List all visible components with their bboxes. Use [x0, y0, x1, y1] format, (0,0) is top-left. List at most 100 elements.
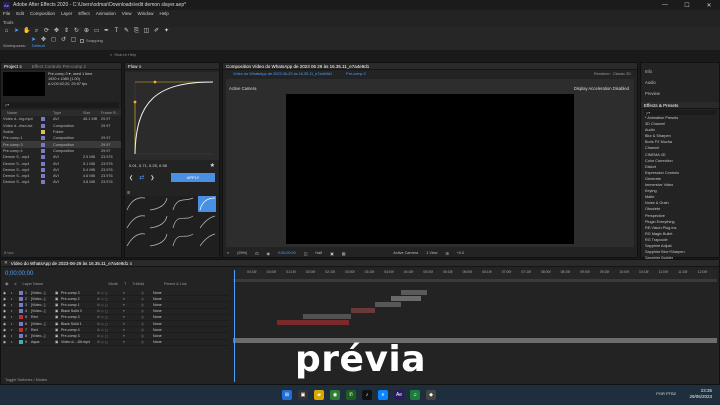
layer-parent-select[interactable]: None — [153, 340, 162, 344]
label-color-swatch[interactable] — [41, 130, 45, 135]
layer-switches[interactable]: ⊘ ◇ ◻ — [97, 315, 123, 319]
view-layout-select[interactable]: 1 View — [426, 251, 437, 255]
layer-mode-select[interactable]: ▾ — [123, 297, 141, 301]
camera-view-select[interactable]: Active Camera — [393, 251, 418, 255]
layer-trkmat[interactable]: ◎ — [141, 303, 153, 307]
chrome-icon[interactable]: ◉ — [330, 390, 340, 400]
menu-file[interactable]: File — [3, 11, 10, 16]
flow-tab[interactable]: Flow ≡ — [128, 64, 141, 69]
label-color-swatch[interactable] — [41, 180, 45, 185]
layer-bar[interactable] — [391, 296, 421, 301]
layer-color-swatch[interactable] — [19, 309, 23, 314]
audio-panel-tab[interactable]: Audio — [645, 77, 715, 88]
bezier-curve-editor[interactable] — [125, 72, 219, 160]
layer-source-name[interactable]: Pre-comp 1 — [61, 303, 97, 307]
roto-brush-icon[interactable]: ✐ — [153, 28, 160, 35]
layer-parent-select[interactable]: None — [153, 291, 162, 295]
close-button[interactable]: ✕ — [698, 0, 720, 10]
mask-icon[interactable]: ▢ — [70, 37, 77, 44]
spotify-icon[interactable]: ♫ — [410, 390, 420, 400]
layer-switches[interactable]: ⊘ ◇ ◻ — [97, 291, 123, 295]
language-indicator[interactable]: POR PTB2 — [656, 391, 676, 396]
layer-trkmat[interactable]: ◎ — [141, 315, 153, 319]
maximize-button[interactable]: ☐ — [676, 0, 698, 10]
rotation-tool-icon[interactable]: ↻ — [73, 28, 80, 35]
layer-color-swatch[interactable] — [19, 302, 23, 307]
label-color-swatch[interactable] — [41, 161, 45, 166]
rectangle-tool-icon[interactable]: ▭ — [93, 28, 100, 35]
zoom-select[interactable]: (25%) — [237, 251, 247, 255]
label-color-swatch[interactable] — [41, 174, 45, 179]
apply-button[interactable]: APPLY — [171, 173, 215, 182]
brush-tool-icon[interactable]: ✎ — [123, 28, 130, 35]
snapshot-icon[interactable]: ◫ — [304, 251, 308, 256]
composition-canvas[interactable] — [286, 94, 574, 244]
fit-icon[interactable]: ⊡ — [255, 251, 258, 256]
layer-color-swatch[interactable] — [19, 296, 23, 301]
after-effects-taskbar-icon[interactable]: Ae — [394, 390, 404, 400]
puppet-pin-icon[interactable]: ✦ — [163, 28, 170, 35]
tools-label[interactable]: Tools — [3, 20, 14, 25]
layer-color-swatch[interactable] — [19, 327, 23, 332]
edge-icon[interactable]: e — [378, 390, 388, 400]
layer-bar[interactable] — [375, 302, 401, 307]
menu-composition[interactable]: Composition — [30, 11, 55, 16]
work-area-bar[interactable] — [233, 279, 717, 282]
project-tab[interactable]: Project ≡ — [4, 64, 22, 69]
audio-icon[interactable]: • — [11, 340, 17, 344]
col-frame-rate[interactable]: Frame R... — [101, 111, 119, 115]
audio-icon[interactable]: • — [11, 297, 17, 301]
layer-parent-select[interactable]: None — [153, 297, 162, 301]
windows-start-icon[interactable]: ⊞ — [282, 390, 292, 400]
effects-presets-title[interactable]: Effects & Presets — [644, 103, 678, 108]
type-tool-icon[interactable]: T — [113, 28, 120, 35]
menu-edit[interactable]: Edit — [16, 11, 24, 16]
timeline-timecode[interactable]: 0;00;00;00 — [5, 271, 33, 277]
timeline-tab[interactable]: Vídeo do WhatsApp de 2023-06-29 às 16.35… — [11, 261, 132, 266]
layer-color-swatch[interactable] — [19, 321, 23, 326]
whatsapp-icon[interactable]: ✆ — [346, 390, 356, 400]
next-preset-button[interactable]: ❯ — [150, 175, 154, 181]
audio-icon[interactable]: • — [11, 334, 17, 338]
layer-color-swatch[interactable] — [19, 315, 23, 320]
renderer-value[interactable]: Classic 3D — [613, 72, 631, 76]
eye-icon[interactable]: ◉ — [3, 322, 11, 326]
menu-animation[interactable]: Animation — [96, 11, 116, 16]
label-color-swatch[interactable] — [41, 155, 45, 160]
link-icon[interactable]: ⇄ — [139, 174, 144, 181]
layer-bar[interactable] — [303, 314, 351, 319]
layer-color-swatch[interactable] — [19, 340, 23, 345]
layer-source-name[interactable]: Pre-comp 3 — [61, 291, 97, 295]
layer-parent-select[interactable]: None — [153, 328, 162, 332]
effect-controls-tab[interactable]: Effect Controls Pre-comp 2 — [32, 64, 86, 69]
composition-tab[interactable]: Composition Vídeo do WhatsApp de 2023 06… — [226, 64, 369, 69]
col-size[interactable]: Size — [83, 111, 101, 115]
search-help-input[interactable]: ⌕ Search Help — [108, 51, 164, 57]
grid-icon[interactable]: ⊞ — [446, 251, 449, 256]
layer-switches[interactable]: ⊘ ◇ ◻ — [97, 340, 123, 344]
layer-color-swatch[interactable] — [19, 290, 23, 295]
label-color-swatch[interactable] — [41, 136, 45, 141]
square-select-icon[interactable]: ◻ — [50, 37, 57, 44]
magnifier-icon[interactable]: ⌕ — [227, 251, 229, 255]
layer-source-name[interactable]: Vídeo d...-Dlt.mp4 — [61, 340, 97, 344]
layer-trkmat[interactable]: ◎ — [141, 322, 153, 326]
tiktok-icon[interactable]: ♪ — [362, 390, 372, 400]
orbit-camera-icon[interactable]: ⟳ — [43, 28, 50, 35]
layer-bar[interactable] — [401, 290, 427, 295]
eye-icon[interactable]: ◉ — [3, 334, 11, 338]
effects-search-input[interactable]: ρ▾ — [644, 110, 716, 115]
system-clock[interactable]: 23:35 29/06/2023 — [689, 388, 712, 400]
label-color-swatch[interactable] — [41, 148, 45, 153]
layer-source-name[interactable]: Pre-comp 2 — [61, 297, 97, 301]
eye-icon[interactable]: ◉ — [3, 340, 11, 344]
layer-mode-select[interactable]: ▾ — [123, 315, 141, 319]
info-panel-tab[interactable]: Info — [645, 66, 715, 77]
composition-subtab-precomp[interactable]: Pre-comp 2 — [346, 72, 366, 76]
region-icon[interactable]: ▣ — [330, 251, 334, 256]
playhead[interactable] — [234, 270, 235, 382]
col-layer-name[interactable]: Layer Name — [22, 282, 72, 286]
col-type[interactable]: Type — [53, 111, 83, 115]
layer-mode-select[interactable]: ▾ — [123, 340, 141, 344]
easing-presets-grid[interactable]: ⊞ — [125, 188, 219, 256]
